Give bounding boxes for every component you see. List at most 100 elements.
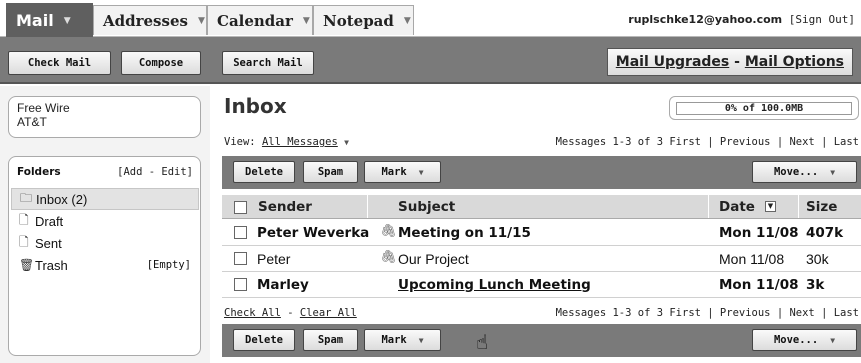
tab-mail-label: Mail	[16, 11, 54, 30]
view-filter-select[interactable]: All Messages	[262, 136, 338, 148]
chevron-down-icon[interactable]: ▼	[344, 138, 349, 147]
message-sender[interactable]: Peter	[257, 246, 290, 271]
message-subject[interactable]: Our Project	[398, 246, 469, 271]
inbox-icon: 🗀	[20, 190, 33, 205]
ad-line-2: AT&T	[17, 115, 47, 129]
draft-icon: 🗋	[19, 212, 29, 227]
select-all-checkbox[interactable]	[234, 201, 247, 214]
tab-bar: Mail ▼ Addresses ▼ Calendar ▼ Notepad ▼ …	[0, 0, 861, 37]
sidebar-item-label: Inbox (2)	[36, 191, 88, 207]
column-sender[interactable]: Sender	[258, 195, 312, 218]
message-date: Mon 11/08	[719, 224, 799, 241]
quota-text: 0% of 100.0MB	[724, 103, 804, 114]
attachment-icon: 🖇	[380, 250, 397, 265]
check-mail-button[interactable]: Check Mail	[8, 51, 111, 75]
sign-out-link[interactable]: [Sign Out]	[789, 13, 855, 26]
mail-options-link[interactable]: Mail Options	[745, 54, 844, 70]
chevron-down-icon: ▼	[418, 335, 424, 345]
column-date-label: Date	[719, 198, 755, 215]
spam-button[interactable]: Spam	[303, 329, 358, 351]
spam-button[interactable]: Spam	[303, 161, 358, 183]
trash-icon: 🗑	[19, 258, 35, 272]
sidebar-item-label: Draft	[35, 213, 64, 229]
chevron-down-icon: ▼	[830, 335, 836, 345]
mark-button[interactable]: Mark ▼	[364, 329, 441, 351]
move-button-label: Move...	[773, 166, 819, 178]
column-date[interactable]: Date ▼	[719, 195, 776, 218]
message-date: Mon 11/08	[719, 250, 785, 267]
clear-all-link[interactable]: Clear All	[300, 307, 357, 319]
column-subject[interactable]: Subject	[398, 195, 455, 218]
table-row[interactable]: Marley Upcoming Lunch Meeting Mon 11/08 …	[222, 272, 861, 298]
mail-toolbar: Check Mail Compose Search Mail Mail Upgr…	[0, 37, 861, 84]
message-size: 3k	[806, 276, 825, 293]
tab-notepad-label: Notepad	[323, 11, 394, 30]
message-sender[interactable]: Marley	[257, 272, 309, 297]
footer-separator: -	[280, 307, 300, 319]
tab-calendar[interactable]: Calendar ▼	[207, 5, 313, 35]
message-subject[interactable]: Meeting on 11/15	[398, 220, 531, 245]
chevron-down-icon[interactable]: ▼	[303, 16, 310, 26]
upgrade-options-box: Mail Upgrades - Mail Options	[606, 48, 853, 76]
table-row[interactable]: Peter 🖇 Our Project Mon 11/08 30k	[222, 246, 861, 272]
pager-bottom[interactable]: Messages 1-3 of 3 First | Previous | Nex…	[556, 307, 859, 319]
column-divider	[798, 195, 799, 218]
tab-notepad[interactable]: Notepad ▼	[313, 5, 414, 35]
storage-quota: 0% of 100.0MB	[669, 96, 859, 120]
message-sender[interactable]: Peter Weverka	[257, 220, 369, 245]
check-all-link[interactable]: Check All	[224, 307, 281, 319]
sent-icon: 🗋	[19, 234, 29, 249]
add-edit-folders-link[interactable]: [Add - Edit]	[117, 166, 193, 178]
move-button[interactable]: Move... ▼	[752, 161, 857, 183]
move-button[interactable]: Move... ▼	[752, 329, 857, 351]
sidebar-item-inbox[interactable]: 🗀 Inbox (2)	[11, 188, 199, 210]
sidebar-item-label: Sent	[35, 235, 62, 251]
link-separator: -	[729, 54, 745, 70]
attachment-icon: 🖇	[380, 224, 397, 239]
message-date: Mon 11/08	[719, 276, 799, 293]
quota-bar: 0% of 100.0MB	[676, 102, 852, 115]
tab-addresses[interactable]: Addresses ▼	[93, 5, 207, 35]
row-checkbox[interactable]	[234, 252, 247, 265]
mark-button[interactable]: Mark ▼	[364, 161, 441, 183]
mail-upgrades-link[interactable]: Mail Upgrades	[616, 54, 729, 70]
chevron-down-icon[interactable]: ▼	[198, 16, 205, 26]
sidebar-item-draft[interactable]: 🗋 Draft	[11, 210, 199, 232]
sidebar-item-trash[interactable]: 🗑 Trash [Empty]	[11, 254, 199, 276]
tab-mail[interactable]: Mail ▼	[6, 3, 93, 37]
delete-button[interactable]: Delete	[233, 329, 295, 351]
row-checkbox[interactable]	[234, 278, 247, 291]
message-table-header: Sender Subject Date ▼ Size	[222, 195, 861, 219]
sidebar: Free Wire AT&T Folders [Add - Edit] 🗀 In…	[0, 86, 210, 363]
delete-button[interactable]: Delete	[233, 161, 295, 183]
search-mail-button[interactable]: Search Mail	[222, 51, 314, 75]
message-size: 407k	[806, 224, 844, 241]
column-divider	[708, 195, 709, 218]
table-row[interactable]: Peter Weverka 🖇 Meeting on 11/15 Mon 11/…	[222, 220, 861, 246]
sidebar-item-label: Trash	[35, 257, 68, 273]
row-checkbox[interactable]	[234, 226, 247, 239]
tab-addresses-label: Addresses	[103, 11, 188, 30]
account-email: ruplschke12@yahoo.com	[628, 13, 783, 26]
chevron-down-icon[interactable]: ▼	[64, 16, 71, 26]
chevron-down-icon[interactable]: ▼	[404, 16, 411, 26]
account-info: ruplschke12@yahoo.com [Sign Out]	[628, 13, 855, 26]
sidebar-item-sent[interactable]: 🗋 Sent	[11, 232, 199, 254]
sort-down-icon[interactable]: ▼	[764, 201, 776, 212]
action-bar-bottom: Delete Spam Mark ▼ Move... ▼	[222, 324, 861, 357]
message-subject[interactable]: Upcoming Lunch Meeting	[398, 272, 591, 297]
tab-calendar-label: Calendar	[217, 11, 293, 30]
column-size[interactable]: Size	[806, 195, 837, 218]
move-button-label: Move...	[773, 334, 819, 346]
hand-cursor-icon: ☝	[476, 330, 489, 354]
ad-line-1: Free Wire	[17, 101, 70, 115]
message-size: 30k	[806, 250, 829, 267]
ad-box[interactable]: Free Wire AT&T	[8, 96, 201, 138]
mark-button-label: Mark	[381, 166, 407, 178]
chevron-down-icon: ▼	[418, 167, 424, 177]
compose-button[interactable]: Compose	[121, 51, 201, 75]
view-label: View:	[224, 136, 256, 148]
action-bar-top: Delete Spam Mark ▼ Move... ▼	[222, 156, 861, 189]
pager[interactable]: Messages 1-3 of 3 First | Previous | Nex…	[556, 136, 859, 148]
empty-trash-link[interactable]: [Empty]	[147, 259, 191, 271]
